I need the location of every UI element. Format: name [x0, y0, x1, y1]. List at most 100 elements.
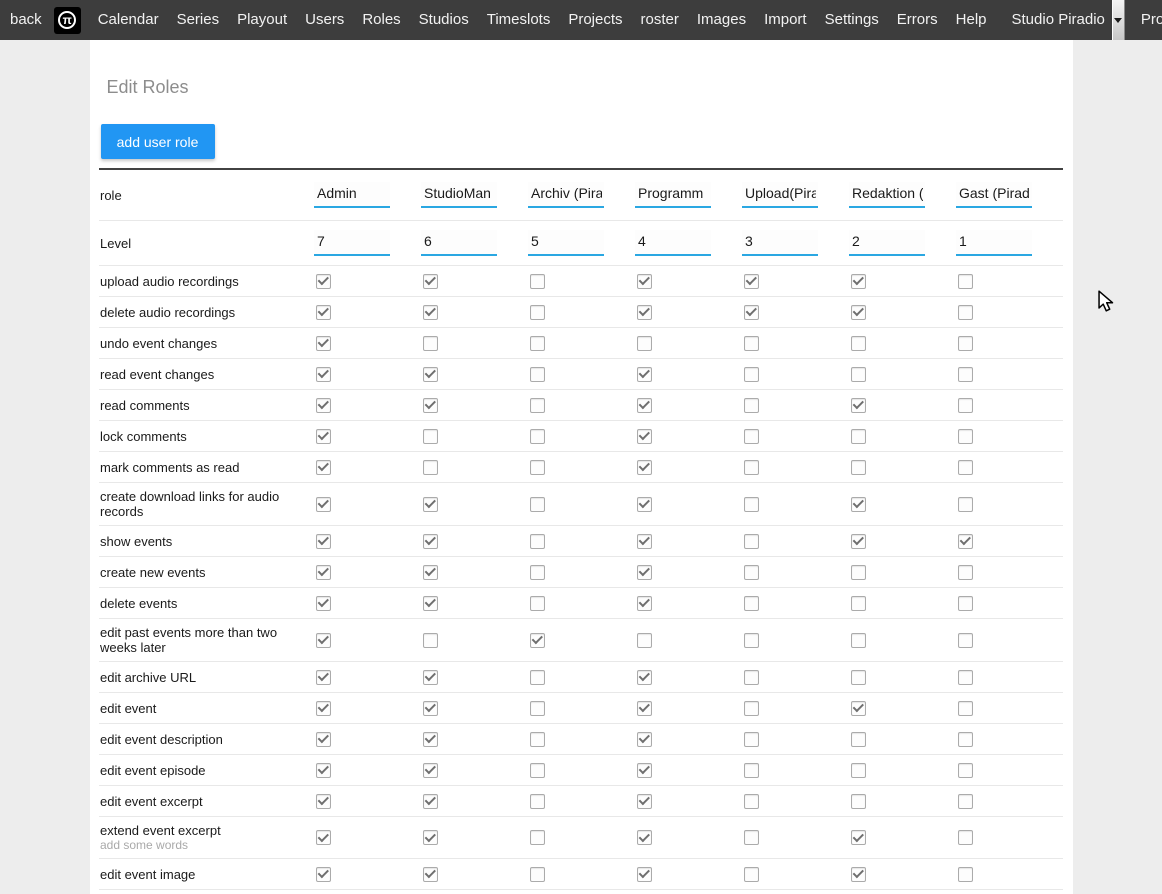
permission-checkbox[interactable] [744, 701, 759, 716]
role-name-input[interactable] [421, 182, 497, 208]
permission-checkbox[interactable] [423, 633, 438, 648]
permission-checkbox[interactable] [851, 701, 866, 716]
permission-checkbox[interactable] [851, 336, 866, 351]
permission-checkbox[interactable] [423, 565, 438, 580]
permission-checkbox[interactable] [316, 794, 331, 809]
permission-checkbox[interactable] [851, 534, 866, 549]
permission-checkbox[interactable] [423, 429, 438, 444]
add-user-role-button[interactable]: add user role [101, 124, 215, 159]
permission-checkbox[interactable] [316, 867, 331, 882]
permission-checkbox[interactable] [637, 633, 652, 648]
permission-checkbox[interactable] [423, 398, 438, 413]
permission-checkbox[interactable] [530, 534, 545, 549]
role-name-input[interactable] [742, 182, 818, 208]
permission-checkbox[interactable] [744, 497, 759, 512]
permission-checkbox[interactable] [316, 497, 331, 512]
permission-checkbox[interactable] [851, 732, 866, 747]
nav-item-help[interactable]: Help [947, 0, 996, 40]
permission-checkbox[interactable] [423, 460, 438, 475]
permission-checkbox[interactable] [316, 336, 331, 351]
permission-checkbox[interactable] [423, 732, 438, 747]
permission-checkbox[interactable] [530, 460, 545, 475]
permission-checkbox[interactable] [851, 367, 866, 382]
permission-checkbox[interactable] [423, 274, 438, 289]
permission-checkbox[interactable] [316, 763, 331, 778]
permission-checkbox[interactable] [637, 794, 652, 809]
app-logo[interactable]: π [54, 7, 81, 34]
permission-checkbox[interactable] [637, 367, 652, 382]
permission-checkbox[interactable] [744, 732, 759, 747]
permission-checkbox[interactable] [744, 830, 759, 845]
permission-checkbox[interactable] [744, 305, 759, 320]
permission-checkbox[interactable] [530, 305, 545, 320]
level-input[interactable] [421, 230, 497, 256]
permission-checkbox[interactable] [316, 670, 331, 685]
permission-checkbox[interactable] [637, 497, 652, 512]
nav-item-projects[interactable]: Projects [559, 0, 631, 40]
permission-checkbox[interactable] [423, 701, 438, 716]
permission-checkbox[interactable] [530, 670, 545, 685]
permission-checkbox[interactable] [637, 565, 652, 580]
nav-item-calendar[interactable]: Calendar [89, 0, 168, 40]
permission-checkbox[interactable] [958, 534, 973, 549]
permission-checkbox[interactable] [637, 596, 652, 611]
permission-checkbox[interactable] [744, 398, 759, 413]
permission-checkbox[interactable] [316, 565, 331, 580]
permission-checkbox[interactable] [744, 336, 759, 351]
permission-checkbox[interactable] [958, 830, 973, 845]
permission-checkbox[interactable] [423, 596, 438, 611]
level-input[interactable] [528, 230, 604, 256]
role-name-input[interactable] [635, 182, 711, 208]
permission-checkbox[interactable] [637, 732, 652, 747]
permission-checkbox[interactable] [851, 794, 866, 809]
permission-checkbox[interactable] [316, 460, 331, 475]
permission-checkbox[interactable] [958, 398, 973, 413]
permission-checkbox[interactable] [637, 398, 652, 413]
permission-checkbox[interactable] [530, 867, 545, 882]
role-name-input[interactable] [314, 182, 390, 208]
back-link[interactable]: back [8, 0, 50, 40]
permission-checkbox[interactable] [530, 497, 545, 512]
permission-checkbox[interactable] [744, 460, 759, 475]
permission-checkbox[interactable] [637, 701, 652, 716]
permission-checkbox[interactable] [958, 867, 973, 882]
permission-checkbox[interactable] [637, 274, 652, 289]
permission-checkbox[interactable] [530, 830, 545, 845]
permission-checkbox[interactable] [530, 398, 545, 413]
nav-item-playout[interactable]: Playout [228, 0, 296, 40]
permission-checkbox[interactable] [744, 763, 759, 778]
permission-checkbox[interactable] [958, 732, 973, 747]
permission-checkbox[interactable] [316, 830, 331, 845]
permission-checkbox[interactable] [851, 867, 866, 882]
nav-item-import[interactable]: Import [755, 0, 816, 40]
permission-checkbox[interactable] [530, 274, 545, 289]
permission-checkbox[interactable] [851, 830, 866, 845]
nav-item-users[interactable]: Users [296, 0, 353, 40]
role-name-input[interactable] [849, 182, 925, 208]
permission-checkbox[interactable] [316, 305, 331, 320]
permission-checkbox[interactable] [423, 763, 438, 778]
nav-item-series[interactable]: Series [168, 0, 229, 40]
permission-checkbox[interactable] [958, 497, 973, 512]
permission-checkbox[interactable] [744, 274, 759, 289]
permission-checkbox[interactable] [637, 763, 652, 778]
permission-checkbox[interactable] [530, 633, 545, 648]
nav-item-errors[interactable]: Errors [888, 0, 947, 40]
permission-checkbox[interactable] [316, 367, 331, 382]
permission-checkbox[interactable] [958, 596, 973, 611]
permission-checkbox[interactable] [423, 670, 438, 685]
permission-checkbox[interactable] [530, 565, 545, 580]
permission-checkbox[interactable] [637, 429, 652, 444]
permission-checkbox[interactable] [316, 596, 331, 611]
permission-checkbox[interactable] [851, 274, 866, 289]
permission-checkbox[interactable] [530, 763, 545, 778]
permission-checkbox[interactable] [530, 429, 545, 444]
permission-checkbox[interactable] [316, 274, 331, 289]
nav-item-timeslots[interactable]: Timeslots [478, 0, 560, 40]
permission-checkbox[interactable] [637, 336, 652, 351]
permission-checkbox[interactable] [958, 460, 973, 475]
permission-checkbox[interactable] [958, 429, 973, 444]
permission-checkbox[interactable] [744, 565, 759, 580]
permission-checkbox[interactable] [744, 794, 759, 809]
permission-checkbox[interactable] [316, 633, 331, 648]
